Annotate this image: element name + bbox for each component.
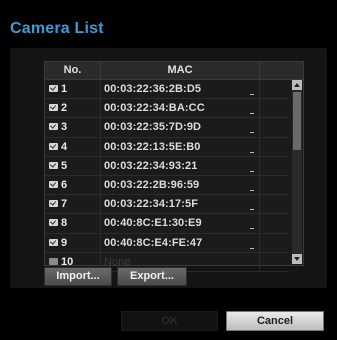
extra-cell	[260, 118, 289, 136]
row-number-cell: 2	[45, 99, 101, 118]
row-number-cell: 4	[45, 137, 101, 156]
edit-caret-icon	[250, 94, 254, 95]
edit-caret-icon	[250, 228, 254, 230]
row-number-cell: 9	[45, 233, 101, 252]
ok-button[interactable]: OK	[121, 311, 218, 331]
mac-address: 00:03:22:34:BA:CC	[104, 102, 205, 115]
row-number: 9	[61, 236, 68, 249]
mac-cell[interactable]: 00:40:8C:E4:FE:47	[101, 233, 260, 252]
scroll-down-arrow-icon[interactable]	[292, 254, 302, 264]
row-number-cell: 5	[45, 156, 101, 175]
extra-cell	[260, 253, 289, 271]
row-number: 5	[61, 159, 68, 172]
column-header-mac: MAC	[101, 62, 260, 79]
mac-cell[interactable]: 00:40:8C:E1:30:E9	[101, 214, 260, 233]
row-checkbox[interactable]	[49, 219, 58, 227]
mac-address: 00:03:22:34:17:5F	[104, 198, 199, 211]
row-number-cell: 6	[45, 175, 101, 194]
mac-cell[interactable]: 00:03:22:36:2B:D5	[101, 80, 260, 98]
table-row[interactable]: 1 00:03:22:36:2B:D5	[45, 80, 289, 100]
scrollbar-thumb[interactable]	[293, 92, 301, 150]
edit-caret-icon	[250, 113, 254, 115]
extra-cell	[260, 157, 289, 175]
mac-cell[interactable]: 00:03:22:34:93:21	[101, 156, 260, 175]
mac-cell[interactable]: 00:03:22:13:5E:B0	[101, 137, 260, 156]
edit-caret-icon	[250, 209, 254, 211]
extra-cell	[260, 80, 289, 98]
edit-caret-icon	[250, 189, 254, 191]
mac-cell[interactable]: 00:03:22:34:BA:CC	[101, 99, 260, 118]
mac-cell[interactable]: 00:03:22:34:17:5F	[101, 195, 260, 214]
row-checkbox[interactable]	[49, 180, 58, 188]
mac-address: 00:40:8C:E4:FE:47	[104, 236, 203, 249]
edit-caret-icon	[250, 247, 254, 249]
column-header-extra	[260, 62, 303, 79]
row-number: 6	[61, 178, 68, 191]
mac-address: 00:03:22:13:5E:B0	[104, 140, 201, 153]
import-button[interactable]: Import...	[44, 267, 112, 286]
column-header-no: No.	[45, 62, 101, 79]
extra-cell	[260, 138, 289, 156]
scroll-up-arrow-icon[interactable]	[292, 80, 302, 90]
table-row[interactable]: 3 00:03:22:35:7D:9D	[45, 118, 289, 138]
table-scrollbar[interactable]	[292, 80, 302, 264]
mac-cell[interactable]: 00:03:22:2B:96:59	[101, 175, 260, 194]
row-checkbox[interactable]	[49, 142, 58, 150]
row-number-cell: 1	[45, 80, 101, 98]
table-body: 1 00:03:22:36:2B:D5 2 00:03:22:34:BA:CC 3 00:…	[45, 80, 289, 272]
row-number: 3	[61, 121, 68, 134]
table-row[interactable]: 2 00:03:22:34:BA:CC	[45, 99, 289, 119]
table-row[interactable]: 5 00:03:22:34:93:21	[45, 156, 289, 176]
camera-list-dialog: Camera List No. MAC 1 00:03:22:36:2B:D5 2 0…	[0, 0, 337, 340]
mac-address: 00:03:22:36:2B:D5	[104, 83, 202, 95]
row-checkbox[interactable]	[49, 200, 58, 208]
edit-caret-icon	[250, 170, 254, 172]
row-checkbox[interactable]	[49, 161, 58, 169]
row-number: 7	[61, 198, 68, 211]
row-number: 4	[61, 140, 68, 153]
table-row[interactable]: 9 00:40:8C:E4:FE:47	[45, 233, 289, 253]
row-checkbox[interactable]	[49, 238, 58, 246]
table-header: No. MAC	[45, 62, 303, 80]
extra-cell	[260, 214, 289, 232]
mac-cell[interactable]: 00:03:22:35:7D:9D	[101, 118, 260, 137]
row-checkbox[interactable]	[49, 123, 58, 131]
extra-cell	[260, 176, 289, 194]
mac-address: 00:03:22:2B:96:59	[104, 178, 200, 191]
mac-address: 00:03:22:35:7D:9D	[104, 121, 202, 134]
row-number: 1	[61, 83, 68, 95]
row-checkbox[interactable]	[49, 257, 58, 265]
row-number-cell: 8	[45, 214, 101, 233]
table-row[interactable]: 6 00:03:22:2B:96:59	[45, 175, 289, 196]
row-number-cell: 7	[45, 195, 101, 214]
edit-caret-icon	[250, 151, 254, 153]
camera-table: No. MAC 1 00:03:22:36:2B:D5 2 00:03:22:34:B…	[44, 61, 304, 272]
export-button[interactable]: Export...	[117, 267, 187, 286]
cancel-button[interactable]: Cancel	[226, 311, 324, 331]
row-checkbox[interactable]	[49, 85, 58, 92]
row-number-cell: 3	[45, 118, 101, 137]
edit-caret-icon	[250, 132, 254, 134]
table-row[interactable]: 7 00:03:22:34:17:5F	[45, 195, 289, 215]
mac-address: 00:03:22:34:93:21	[104, 159, 198, 172]
extra-cell	[260, 234, 289, 252]
mac-address: 00:40:8C:E1:30:E9	[104, 217, 202, 230]
row-number: 2	[61, 102, 68, 115]
table-row[interactable]: 8 00:40:8C:E1:30:E9	[45, 214, 289, 234]
table-row[interactable]: 4 00:03:22:13:5E:B0	[45, 137, 289, 157]
row-number: 8	[61, 217, 68, 230]
dialog-title: Camera List	[10, 20, 104, 37]
row-checkbox[interactable]	[49, 104, 58, 112]
extra-cell	[260, 195, 289, 213]
extra-cell	[260, 99, 289, 117]
